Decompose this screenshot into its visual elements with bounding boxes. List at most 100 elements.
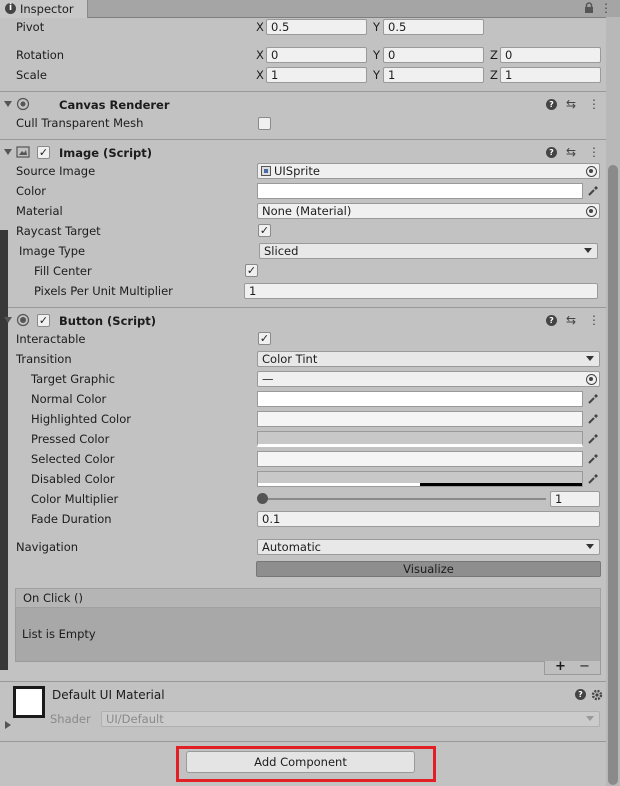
shader-dropdown[interactable]: UI/Default [101, 711, 600, 727]
selected-color-label: Selected Color [31, 452, 115, 466]
chevron-down-icon [586, 544, 594, 549]
info-icon: i [5, 3, 16, 14]
cull-transparent-mesh-checkbox[interactable] [258, 117, 271, 130]
foldout-material[interactable] [5, 721, 11, 729]
rotation-label: Rotation [16, 48, 65, 62]
scale-label: Scale [16, 68, 47, 82]
image-component-icon [16, 146, 30, 158]
kebab-menu-icon[interactable]: ⋮ [600, 2, 612, 14]
help-icon[interactable]: ? [546, 315, 557, 326]
rotation-y-field[interactable]: 0 [383, 47, 484, 63]
scale-z-field[interactable]: 1 [500, 67, 601, 83]
add-component-button[interactable]: Add Component [186, 751, 415, 773]
pivot-y-axis: Y [373, 20, 381, 34]
selected-color-field[interactable] [257, 451, 583, 467]
material-field[interactable]: None (Material) [257, 203, 600, 219]
scrollbar-thumb[interactable] [608, 165, 618, 785]
target-graphic-field[interactable]: — [257, 371, 600, 387]
navigation-label: Navigation [16, 540, 79, 554]
color-label: Color [16, 184, 47, 198]
canvas-renderer-title: Canvas Renderer [59, 98, 170, 112]
button-title: Button (Script) [59, 314, 156, 328]
color-multiplier-slider-track[interactable] [262, 498, 546, 500]
sliders-icon[interactable]: ⇆ [566, 146, 576, 158]
object-picker-icon[interactable] [586, 206, 597, 217]
chevron-down-icon [584, 248, 592, 253]
divider [0, 681, 606, 682]
scale-z-axis: Z [490, 68, 498, 82]
pressed-color-field[interactable] [257, 431, 583, 447]
rotation-z-field[interactable]: 0 [500, 47, 601, 63]
tab-title: Inspector [20, 2, 74, 16]
button-enabled-checkbox[interactable]: ✓ [37, 314, 50, 327]
foldout-button[interactable] [4, 317, 12, 323]
object-picker-icon[interactable] [586, 166, 597, 177]
foldout-image[interactable] [4, 149, 12, 155]
divider [0, 139, 606, 140]
visualize-button[interactable]: Visualize [256, 561, 601, 577]
image-enabled-checkbox[interactable]: ✓ [37, 146, 50, 159]
material-title: Default UI Material [52, 688, 165, 702]
normal-color-field[interactable] [257, 391, 583, 407]
disabled-color-field[interactable] [257, 471, 583, 487]
rotation-x-field[interactable]: 0 [266, 47, 367, 63]
transition-dropdown[interactable]: Color Tint [257, 351, 600, 367]
fill-center-checkbox[interactable]: ✓ [245, 264, 258, 277]
eyedropper-icon[interactable] [587, 453, 599, 465]
material-label: Material [16, 204, 63, 218]
pivot-x-field[interactable]: 0.5 [266, 19, 367, 35]
scale-y-field[interactable]: 1 [383, 67, 484, 83]
alpha-bar-white [258, 483, 420, 486]
image-type-label: Image Type [19, 244, 86, 258]
color-multiplier-field[interactable]: 1 [550, 491, 600, 507]
color-multiplier-slider-handle[interactable] [257, 493, 268, 504]
lock-icon[interactable] [583, 2, 595, 14]
fade-duration-field[interactable]: 0.1 [257, 511, 600, 527]
scale-x-field[interactable]: 1 [266, 67, 367, 83]
raycast-target-checkbox[interactable]: ✓ [258, 224, 271, 237]
pivot-x-axis: X [256, 20, 264, 34]
help-icon[interactable]: ? [546, 147, 557, 158]
gear-icon[interactable] [591, 689, 603, 701]
interactable-checkbox[interactable]: ✓ [258, 332, 271, 345]
sprite-icon [261, 166, 271, 176]
navigation-value: Automatic [262, 540, 321, 554]
chevron-down-icon [586, 356, 594, 361]
color-field[interactable] [257, 183, 583, 199]
kebab-menu-icon[interactable]: ⋮ [588, 314, 600, 326]
canvas-renderer-icon [16, 97, 30, 111]
disabled-color-label: Disabled Color [31, 472, 115, 486]
normal-color-label: Normal Color [31, 392, 107, 406]
kebab-menu-icon[interactable]: ⋮ [588, 146, 600, 158]
help-icon[interactable]: ? [546, 99, 557, 110]
navigation-dropdown[interactable]: Automatic [257, 539, 600, 555]
on-click-label: On Click () [23, 591, 84, 605]
eyedropper-icon[interactable] [587, 393, 599, 405]
eyedropper-icon[interactable] [587, 433, 599, 445]
kebab-menu-icon[interactable]: ⋮ [588, 98, 600, 110]
source-image-field[interactable]: UISprite [257, 163, 600, 179]
remove-list-item-button[interactable]: − [579, 659, 590, 674]
image-type-dropdown[interactable]: Sliced [259, 243, 598, 259]
add-list-item-button[interactable]: + [555, 659, 566, 674]
highlighted-color-label: Highlighted Color [31, 412, 131, 426]
pivot-label: Pivot [16, 20, 45, 34]
color-multiplier-label: Color Multiplier [31, 492, 119, 506]
highlighted-color-field[interactable] [257, 411, 583, 427]
ppu-multiplier-field[interactable]: 1 [244, 283, 598, 299]
sliders-icon[interactable]: ⇆ [566, 314, 576, 326]
pivot-y-field[interactable]: 0.5 [383, 19, 484, 35]
image-type-value: Sliced [264, 244, 299, 258]
eyedropper-icon[interactable] [587, 413, 599, 425]
source-image-value: UISprite [274, 164, 320, 178]
eyedropper-icon[interactable] [587, 473, 599, 485]
on-click-list: List is Empty [15, 608, 601, 662]
pressed-color-label: Pressed Color [31, 432, 110, 446]
foldout-canvas-renderer[interactable] [4, 101, 12, 107]
tab-inspector[interactable]: i Inspector [0, 0, 88, 18]
help-icon[interactable]: ? [575, 689, 586, 700]
eyedropper-icon[interactable] [587, 185, 599, 197]
tab-strip [0, 0, 620, 18]
sliders-icon[interactable]: ⇆ [566, 98, 576, 110]
object-picker-icon[interactable] [586, 374, 597, 385]
